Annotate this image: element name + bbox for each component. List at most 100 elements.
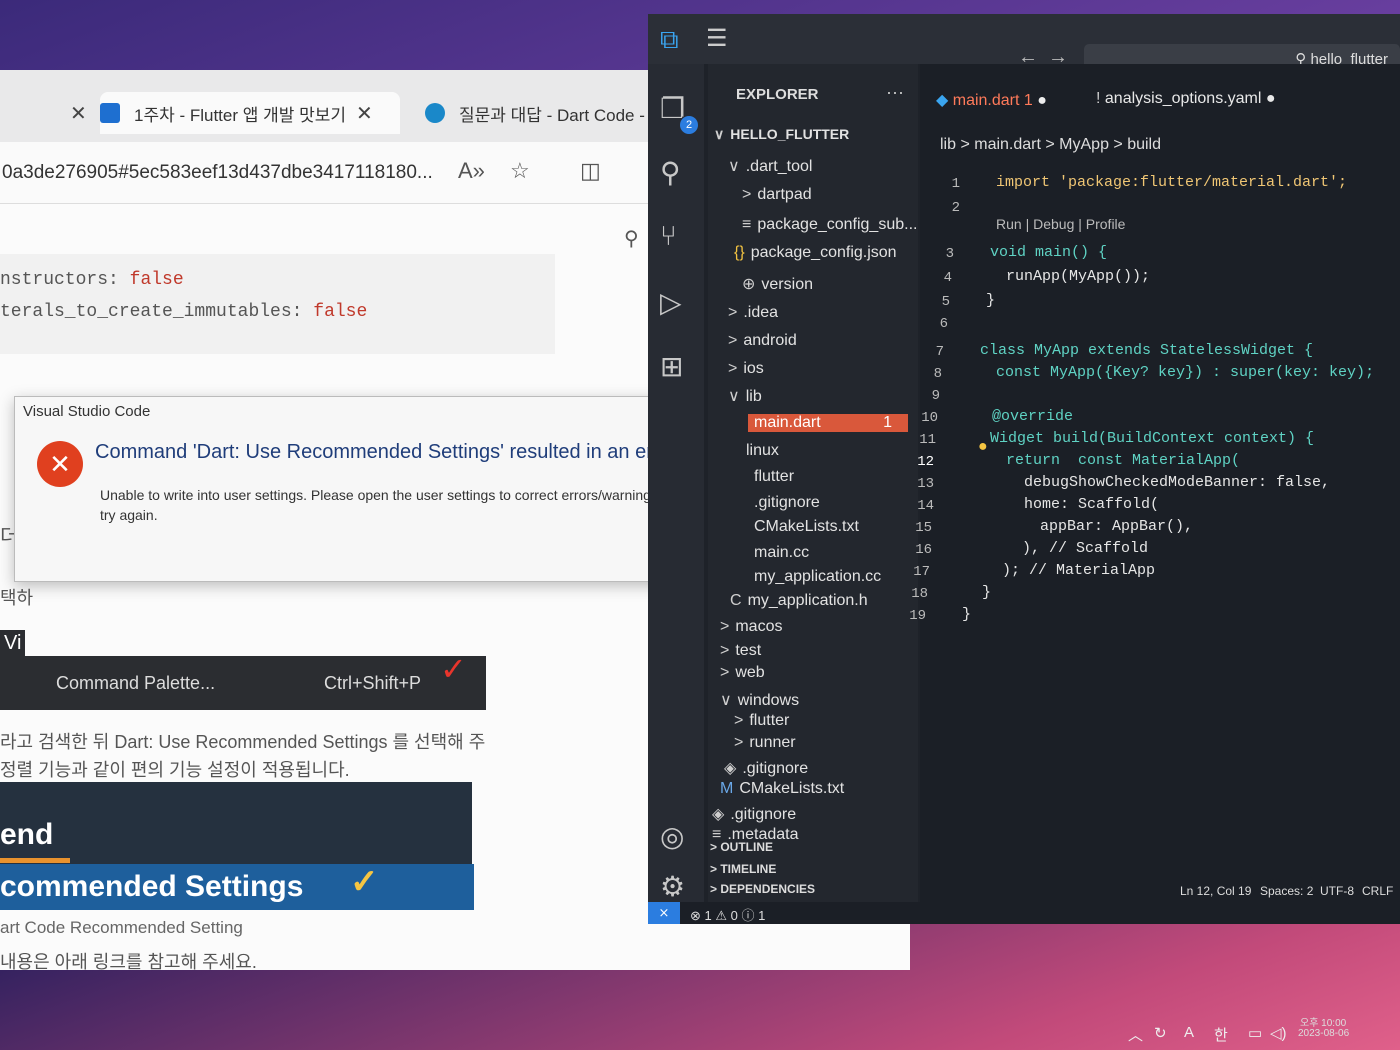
- settings-gear-icon[interactable]: ⚙: [660, 870, 685, 903]
- code-line[interactable]: debugShowCheckedModeBanner: false,: [970, 474, 1330, 491]
- clock-date[interactable]: 2023-08-06: [1298, 1028, 1349, 1039]
- split-screen-icon[interactable]: ◫: [580, 158, 601, 184]
- tree-item[interactable]: > runner: [734, 734, 796, 752]
- search-icon[interactable]: ⚲: [660, 156, 681, 189]
- code-line[interactable]: return const MaterialApp(: [970, 452, 1240, 469]
- reference-link[interactable]: art Code Recommended Setting: [0, 918, 243, 938]
- tree-item[interactable]: M CMakeLists.txt: [720, 780, 844, 798]
- code-line[interactable]: }: [964, 584, 991, 601]
- codelens-run-debug[interactable]: Run | Debug | Profile: [996, 216, 1125, 232]
- tab-main-dart[interactable]: ◆ main.dart 1 ●: [936, 90, 1047, 110]
- encoding-status[interactable]: UTF-8: [1320, 884, 1354, 898]
- code-line[interactable]: class MyApp extends StatelessWidget {: [980, 342, 1313, 359]
- code-line[interactable]: }: [962, 606, 971, 623]
- eol-status[interactable]: CRLF: [1362, 884, 1393, 898]
- code-line[interactable]: void main() {: [990, 244, 1107, 261]
- line-number: 8: [933, 366, 942, 382]
- remote-icon[interactable]: ⨯: [648, 902, 680, 924]
- tree-item[interactable]: ∨ windows: [720, 690, 799, 710]
- tab-label: 1주차 - Flutter 앱 개발 맛보기: [134, 105, 347, 125]
- tree-item[interactable]: ∨ lib: [728, 386, 762, 406]
- code-line[interactable]: home: Scaffold(: [970, 496, 1159, 513]
- tree-item-label: runner: [749, 734, 796, 751]
- sync-icon[interactable]: ↻: [1154, 1024, 1167, 1042]
- tree-item[interactable]: > web: [720, 664, 765, 682]
- tree-item-icon: >: [720, 642, 730, 659]
- tree-item[interactable]: > macos: [720, 618, 782, 636]
- more-actions-icon[interactable]: ···: [886, 82, 904, 103]
- favorite-star-icon[interactable]: ☆: [510, 158, 530, 184]
- code-line[interactable]: runApp(MyApp());: [988, 268, 1150, 285]
- side-char: 택하: [0, 588, 34, 608]
- code-value: false: [313, 302, 368, 322]
- tree-item[interactable]: > ios: [728, 360, 764, 378]
- section-dependencies[interactable]: > DEPENDENCIES: [710, 882, 815, 896]
- code-editor[interactable]: ◆ main.dart 1 ● ! analysis_options.yaml …: [909, 64, 1400, 904]
- section-outline[interactable]: > OUTLINE: [710, 840, 773, 854]
- clock-time[interactable]: 오후 10:00: [1300, 1014, 1346, 1029]
- tree-item[interactable]: ◈ .gitignore: [712, 804, 796, 824]
- tree-item-label: my_application.h: [747, 592, 868, 609]
- tree-item[interactable]: ◈ .gitignore: [724, 758, 808, 778]
- search-icon[interactable]: ⚲: [624, 226, 639, 251]
- source-control-icon[interactable]: ⑂: [660, 220, 677, 252]
- tree-item[interactable]: .gitignore: [748, 494, 820, 512]
- code-line[interactable]: const MyApp({Key? key}) : super(key: key…: [978, 364, 1374, 381]
- tab-analysis-options[interactable]: ! analysis_options.yaml ●: [1096, 90, 1276, 108]
- tree-item[interactable]: ∨ .dart_tool: [728, 156, 812, 176]
- tree-item-label: package_config.json: [750, 244, 897, 261]
- code-line[interactable]: import 'package:flutter/material.dart';: [996, 174, 1347, 191]
- code-line[interactable]: ), // Scaffold: [968, 540, 1148, 557]
- tab-dart-qa[interactable]: 질문과 대답 - Dart Code -: [425, 92, 655, 134]
- indent-status[interactable]: Spaces: 2: [1260, 884, 1313, 898]
- error-dialog: Visual Studio Code ✕ ✕ Command 'Dart: Us…: [14, 396, 742, 582]
- cursor-position[interactable]: Ln 12, Col 19: [1180, 884, 1251, 898]
- menu-icon[interactable]: ☰: [706, 24, 728, 53]
- close-icon[interactable]: ✕: [356, 101, 373, 126]
- tree-item[interactable]: > android: [728, 332, 797, 350]
- tree-item[interactable]: > .idea: [728, 304, 778, 322]
- tree-item[interactable]: > dartpad: [742, 186, 812, 204]
- code-line[interactable]: @override: [974, 408, 1073, 425]
- ime-icon[interactable]: A: [1184, 1024, 1194, 1041]
- tree-item[interactable]: ∨ HELLO_FLUTTER: [714, 126, 849, 143]
- tree-item[interactable]: > flutter: [734, 712, 789, 730]
- tree-item[interactable]: {} package_config.json: [734, 244, 897, 262]
- tree-item[interactable]: main.cc: [748, 544, 809, 562]
- network-icon[interactable]: ▭: [1248, 1024, 1262, 1042]
- tree-item[interactable]: flutter: [748, 468, 794, 486]
- tree-item[interactable]: my_application.cc: [748, 568, 881, 586]
- section-label: DEPENDENCIES: [720, 882, 816, 896]
- tree-item[interactable]: ⊕ version: [742, 274, 813, 294]
- tab-flutter-course[interactable]: 1주차 - Flutter 앱 개발 맛보기 ✕: [100, 92, 400, 134]
- tree-item[interactable]: ≡ package_config_sub...: [742, 216, 917, 234]
- tab-close-prev[interactable]: ✕: [60, 92, 97, 134]
- close-icon[interactable]: ✕: [70, 101, 87, 126]
- account-icon[interactable]: ◎: [660, 820, 684, 853]
- underline: [0, 858, 70, 863]
- tree-item-icon: >: [720, 664, 730, 681]
- code-line[interactable]: }: [986, 292, 995, 309]
- tree-item-icon: ∨: [720, 692, 732, 709]
- ime-korean-icon[interactable]: 한: [1214, 1024, 1228, 1045]
- code-line[interactable]: appBar: AppBar(),: [968, 518, 1193, 535]
- extensions-icon[interactable]: ⊞: [660, 350, 683, 383]
- section-timeline[interactable]: > TIMELINE: [710, 862, 776, 876]
- code-line[interactable]: Widget build(BuildContext context) {: [972, 430, 1314, 447]
- lightbulb-icon[interactable]: ●: [978, 438, 988, 456]
- chevron-up-icon[interactable]: ︿: [1128, 1024, 1143, 1045]
- breadcrumb[interactable]: lib > main.dart > MyApp > build: [940, 136, 1161, 154]
- code-line[interactable]: ); // MaterialApp: [966, 562, 1155, 579]
- tree-item[interactable]: CMakeLists.txt: [748, 518, 859, 536]
- run-debug-icon[interactable]: ▷: [660, 286, 682, 319]
- tree-item[interactable]: Cmy_application.h: [730, 592, 868, 610]
- read-aloud-icon[interactable]: A»: [458, 158, 485, 184]
- problems-status[interactable]: ⊗ 1 ⚠ 0 ⓘ 1: [690, 905, 765, 924]
- volume-icon[interactable]: ◁): [1270, 1024, 1287, 1042]
- url-text[interactable]: 0a3de276905#5ec583eef13d437dbe3417118180…: [0, 162, 433, 184]
- tree-item[interactable]: linux: [740, 442, 779, 460]
- tree-item-icon: >: [720, 618, 730, 635]
- tree-item[interactable]: main.dart 1: [748, 414, 908, 432]
- tree-item[interactable]: > test: [720, 642, 761, 660]
- dialog-message: Command 'Dart: Use Recommended Settings'…: [95, 441, 678, 463]
